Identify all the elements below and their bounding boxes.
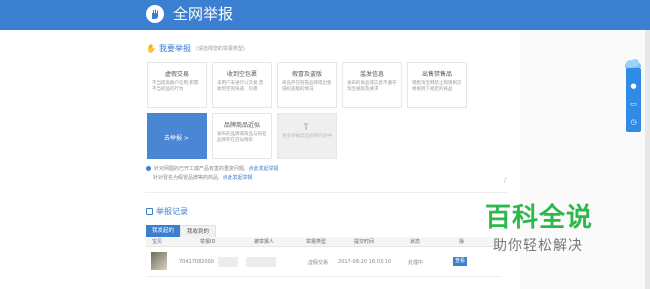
report-type-card[interactable]: 虚假交易 不当提高账户信用,积累不当权益的行为 — [147, 62, 207, 108]
note-link[interactable]: 点此发起举报 — [223, 174, 253, 181]
scrollbar-track[interactable] — [645, 30, 650, 289]
hand-icon: ✋ — [146, 44, 156, 53]
table-row: 70417082000 虚假交易 2017-08-20 16:03:10 处理中… — [146, 248, 501, 277]
card-desc: 不当提高账户信用,积累不当权益的行为 — [152, 81, 199, 92]
redacted-user — [246, 257, 276, 267]
records-section-title: 举报记录 — [146, 206, 188, 217]
report-title-text: 我要举报 — [158, 44, 191, 53]
note-link[interactable]: 点此发起举报 — [249, 165, 279, 172]
view-button[interactable]: 查看 — [453, 257, 467, 266]
col-header: 举报类型 — [306, 239, 327, 245]
report-type-card[interactable]: 滥发信息 发布的商品或信息不遵守淘宝规则及要求 — [342, 62, 402, 108]
site-title: 全网举报 — [173, 5, 234, 23]
hammer-icon — [304, 123, 308, 130]
card-title: 滥发信息 — [359, 71, 384, 78]
coming-soon-card: 更多举报类型即将开放中 — [277, 113, 337, 159]
report-type-card[interactable]: 品牌商品近似 发布的品牌或商品与知名品牌存在近似情形 — [212, 113, 272, 159]
message-icon[interactable]: ▭ — [629, 100, 638, 109]
col-header: 被举报人 — [254, 239, 275, 245]
watermark-tagline: 助你轻松解决 — [493, 238, 583, 254]
card-title: 假冒及盗版 — [291, 71, 322, 78]
report-type-card[interactable]: 出售禁售品 销售淘宝网禁止和限制交易规则下规定的商品 — [407, 62, 467, 108]
records-title-text: 举报记录 — [156, 207, 188, 216]
col-header: 举报ID — [200, 239, 216, 245]
col-header: 操 — [459, 239, 465, 245]
redacted-id — [218, 257, 238, 267]
card-desc: 未用户未进行以交易,曾收到空的快递、包裹 — [217, 81, 264, 92]
top-bar: 全网举报 — [0, 0, 650, 30]
product-thumbnail[interactable] — [151, 252, 167, 270]
report-now-button[interactable]: 去举报 > — [147, 113, 207, 159]
card-desc: 发布的品牌或商品与知名品牌存在近似情形 — [217, 132, 267, 143]
col-header: 提交时间 — [354, 239, 375, 245]
card-title: 出售禁售品 — [421, 71, 452, 78]
note-line: 针对冒名为假冒品牌等的商品, 点此发起举报 — [153, 174, 253, 181]
card-title: 收到空包裹 — [226, 71, 257, 78]
report-status: 处理中 — [408, 260, 424, 266]
card-title: 虚假交易 — [164, 71, 189, 78]
note-text: 针对冒名为假冒品牌等的商品, — [153, 175, 220, 181]
report-type-card[interactable]: 收到空包裹 未用户未进行以交易,曾收到空的快递、包裹 — [212, 62, 272, 108]
report-now-label: 去举报 > — [164, 135, 189, 142]
clock-icon[interactable]: ◷ — [629, 118, 638, 127]
watermark-brand: 百科全说 — [485, 203, 594, 233]
hand-logo-icon — [146, 5, 164, 23]
note-line: 针对网图的已开工或产品有害的重复问题, 点此发起举报 — [146, 165, 279, 172]
report-type-card[interactable]: 假冒及盗版 商品存在假冒品牌或出售侵权盗版的情况 — [277, 62, 337, 108]
info-icon — [146, 166, 151, 171]
card-desc: 销售淘宝网禁止和限制交易规则下规定的商品 — [412, 81, 462, 92]
report-section-title: ✋ 我要举报 (请选择您的举报类型) — [146, 43, 245, 54]
divider — [145, 192, 507, 193]
drop-icon[interactable]: ● — [629, 82, 638, 91]
report-type: 虚假交易 — [308, 260, 329, 266]
left-gutter — [0, 30, 138, 289]
tab-initiated[interactable]: 我发起的 — [146, 225, 181, 237]
watermark-mark: / — [504, 176, 507, 184]
report-hint: (请选择您的举报类型) — [195, 46, 245, 52]
card-desc: 更多举报类型即将开放中 — [282, 134, 332, 139]
card-desc: 商品存在假冒品牌或出售侵权盗版的情况 — [282, 81, 332, 92]
floating-sidebar: ● ▭ ◷ — [626, 68, 641, 132]
card-desc: 发布的商品或信息不遵守淘宝规则及要求 — [347, 81, 397, 92]
col-header: 状态 — [410, 239, 421, 245]
note-text: 针对网图的已开工或产品有害的重复问题, — [154, 166, 246, 172]
col-header: 宝贝 — [152, 239, 163, 245]
card-title: 品牌商品近似 — [223, 122, 260, 129]
report-id: 70417082000 — [179, 259, 214, 265]
list-icon — [146, 208, 153, 215]
submit-time: 2017-08-20 16:03:10 — [338, 259, 392, 265]
table-header: 宝贝 举报ID 被举报人 举报类型 提交时间 状态 操 — [146, 237, 501, 247]
